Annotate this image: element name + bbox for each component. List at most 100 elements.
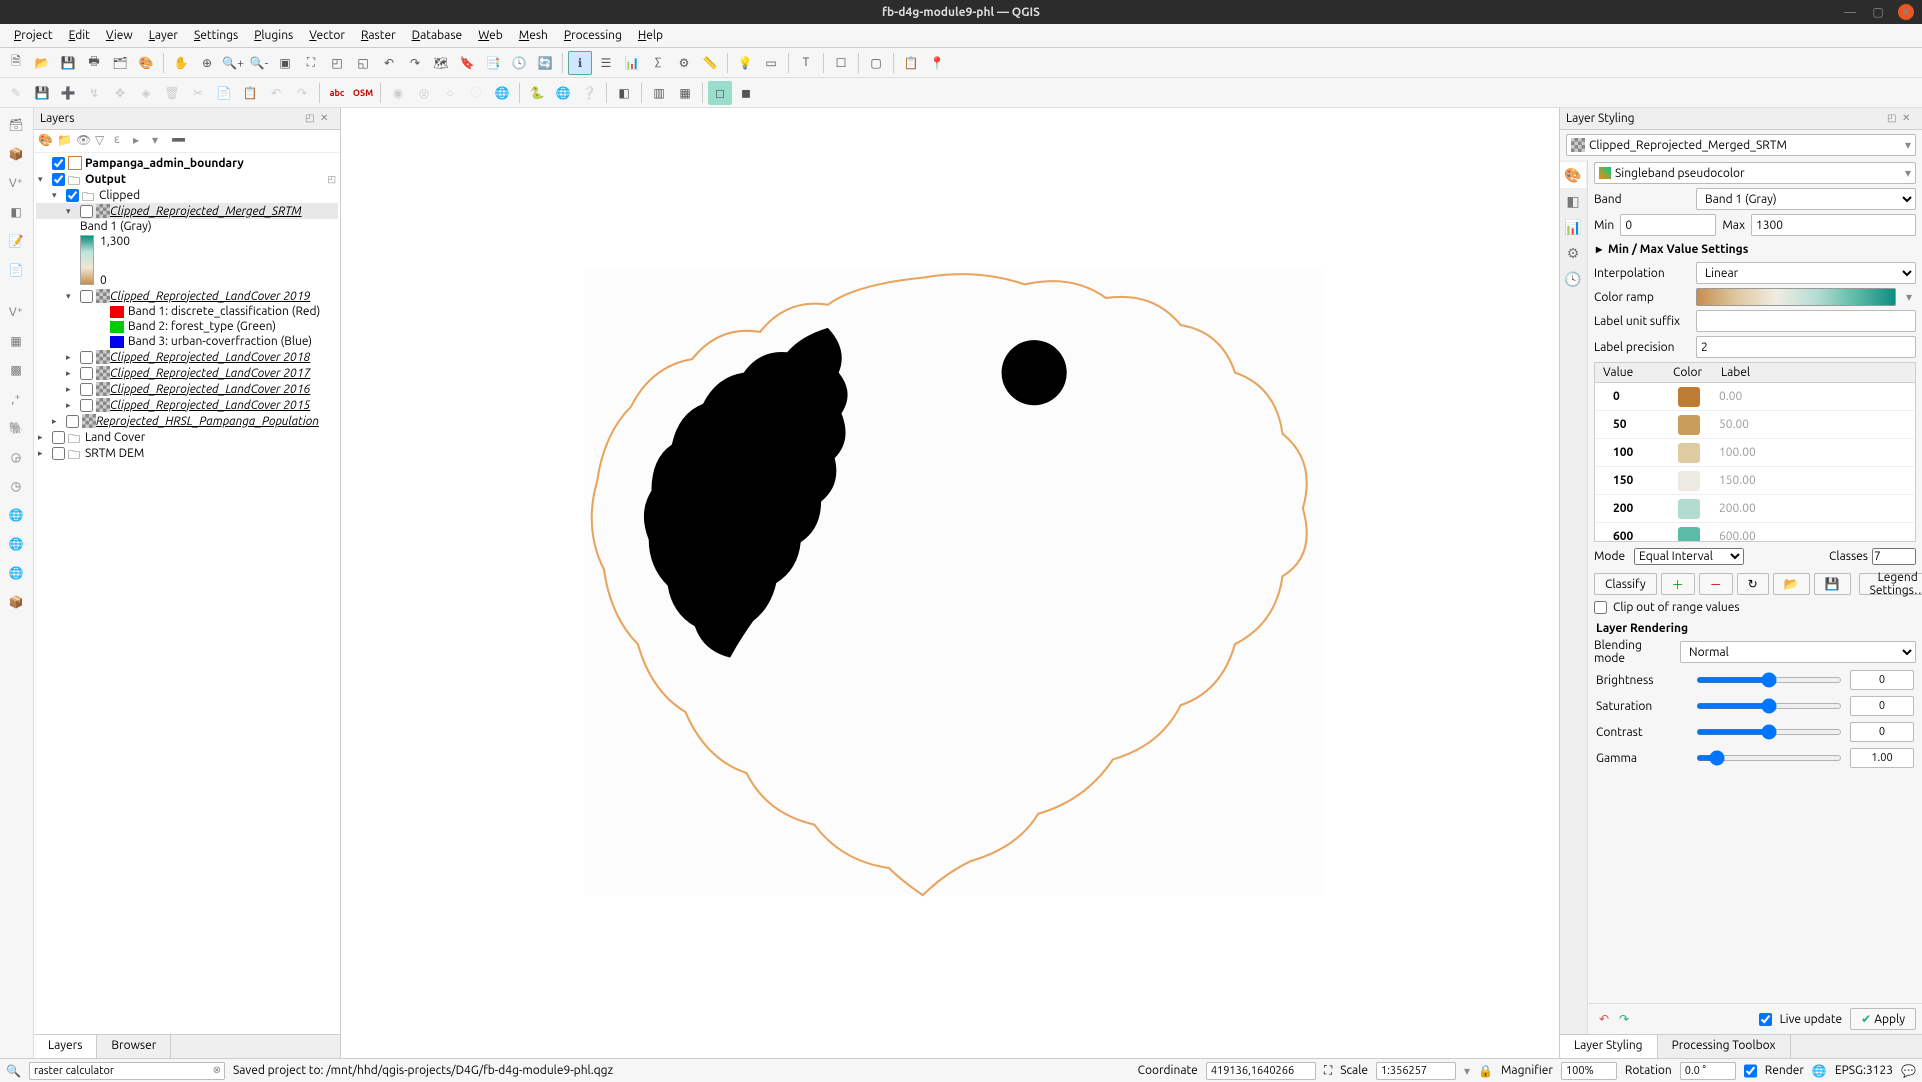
- layer-clipped-srtm[interactable]: ▾Clipped_Reprojected_Merged_SRTM: [36, 203, 338, 219]
- render-checkbox[interactable]: [1744, 1062, 1757, 1080]
- menu-plugins[interactable]: Plugins: [246, 26, 301, 45]
- topology-error-icon[interactable]: ○: [438, 81, 462, 105]
- menu-raster[interactable]: Raster: [353, 26, 404, 45]
- rotation-input[interactable]: [1680, 1062, 1736, 1080]
- new-print-layout-icon[interactable]: 🖶: [82, 51, 106, 75]
- interpolation-select[interactable]: Linear: [1696, 262, 1916, 284]
- zoom-selection-icon[interactable]: ◰: [325, 51, 349, 75]
- show-bookmarks-icon[interactable]: 📑: [481, 51, 505, 75]
- menu-web[interactable]: Web: [470, 26, 511, 45]
- zoom-layer-icon[interactable]: ◱: [351, 51, 375, 75]
- styling-layer-select[interactable]: Clipped_Reprojected_Merged_SRTM ▾: [1566, 134, 1916, 156]
- paste-icon[interactable]: 📋: [238, 81, 262, 105]
- collapse-all-icon[interactable]: ▾: [152, 133, 168, 149]
- chevron-down-icon[interactable]: ▾: [1464, 1064, 1470, 1078]
- lock-icon[interactable]: 🔒: [1478, 1064, 1493, 1078]
- pan-to-selection-icon[interactable]: ⊕: [195, 51, 219, 75]
- menu-view[interactable]: View: [98, 26, 141, 45]
- layer-pampanga[interactable]: Pampanga_admin_boundary: [36, 155, 338, 171]
- save-file-button[interactable]: 💾: [1814, 573, 1851, 595]
- clear-icon[interactable]: ⊗: [213, 1064, 221, 1076]
- close-panel-icon[interactable]: ✕: [320, 112, 334, 126]
- open-data-source-icon[interactable]: 🗃: [2, 112, 30, 138]
- group-landcover[interactable]: ▸🗀Land Cover: [36, 429, 338, 445]
- save-project-icon[interactable]: 💾: [56, 51, 80, 75]
- symbology-tab-icon[interactable]: 🎨: [1560, 162, 1586, 188]
- undock-icon[interactable]: ◰: [305, 112, 319, 126]
- menu-database[interactable]: Database: [404, 26, 471, 45]
- georeferencer-icon[interactable]: ◧: [612, 81, 636, 105]
- help-icon[interactable]: ❔: [577, 81, 601, 105]
- max-input[interactable]: [1751, 214, 1916, 236]
- new-spatialite-icon[interactable]: ◧: [2, 199, 30, 225]
- menu-layer[interactable]: Layer: [141, 26, 186, 45]
- spatialite-layer-icon[interactable]: ◶: [2, 444, 30, 470]
- open-file-button[interactable]: 📂: [1773, 573, 1810, 595]
- extents-icon[interactable]: ⛶: [1324, 1064, 1332, 1078]
- layer-hrsl[interactable]: ▸Reprojected_HRSL_Pampanga_Population: [36, 413, 338, 429]
- histogram-tab-icon[interactable]: 📊: [1560, 214, 1586, 240]
- identify-icon[interactable]: ℹ: [568, 51, 592, 75]
- manage-visibility-icon[interactable]: 👁: [76, 133, 92, 149]
- wcs-layer-icon[interactable]: 🌐: [2, 531, 30, 557]
- zoom-out-icon[interactable]: 🔍-: [247, 51, 271, 75]
- select-by-location-icon[interactable]: 📍: [925, 51, 949, 75]
- tab-processing-toolbox[interactable]: Processing Toolbox: [1658, 1035, 1791, 1058]
- gamma-slider[interactable]: [1696, 755, 1842, 761]
- group-srtm[interactable]: ▸🗀SRTM DEM: [36, 445, 338, 461]
- move-feature-icon[interactable]: ✥: [108, 81, 132, 105]
- zoom-native-icon[interactable]: ▣: [273, 51, 297, 75]
- style-dock-icon[interactable]: 🎨: [38, 133, 54, 149]
- globe-icon[interactable]: 🌐: [490, 81, 514, 105]
- group-output[interactable]: ▾🗀Output◰: [36, 171, 338, 187]
- redo-icon[interactable]: ↷: [290, 81, 314, 105]
- no-labels-icon[interactable]: ☐: [829, 51, 853, 75]
- load-colormap-button[interactable]: ↻: [1737, 573, 1769, 595]
- wfs-layer-icon[interactable]: 🌐: [2, 560, 30, 586]
- color-table-row[interactable]: 150150.00: [1595, 467, 1915, 495]
- save-edits-icon[interactable]: 💾: [30, 81, 54, 105]
- color-table-row[interactable]: 600600.00: [1595, 523, 1915, 542]
- mesh-layer-icon[interactable]: ▩: [2, 357, 30, 383]
- classify-button[interactable]: Classify: [1594, 573, 1657, 595]
- select-features-icon[interactable]: ▭: [759, 51, 783, 75]
- delimited-text-icon[interactable]: ,⁺: [2, 386, 30, 412]
- clip-range-checkbox[interactable]: [1594, 601, 1607, 614]
- cut-icon[interactable]: ✂: [186, 81, 210, 105]
- minmax-expander[interactable]: ▸ Min / Max Value Settings: [1588, 238, 1922, 260]
- menu-project[interactable]: Project: [6, 26, 61, 45]
- topology-checker-icon[interactable]: ◉: [386, 81, 410, 105]
- style-manager-icon[interactable]: 🎨: [134, 51, 158, 75]
- saturation-slider[interactable]: [1696, 703, 1842, 709]
- pan-icon[interactable]: ✋: [169, 51, 193, 75]
- new-memory-layer-icon[interactable]: 📝: [2, 228, 30, 254]
- layer-lc2019[interactable]: ▾Clipped_Reprojected_LandCover 2019: [36, 288, 338, 304]
- remove-class-button[interactable]: －: [1699, 573, 1733, 595]
- attribute-table-icon[interactable]: ☰: [594, 51, 618, 75]
- python-console-icon[interactable]: 🐍: [525, 81, 549, 105]
- zoom-last-icon[interactable]: ↶: [377, 51, 401, 75]
- layer-lc2017[interactable]: ▸Clipped_Reprojected_LandCover 2017: [36, 365, 338, 381]
- map-tips-icon[interactable]: 💡: [733, 51, 757, 75]
- coordinate-input[interactable]: [1206, 1062, 1316, 1080]
- layer-tree[interactable]: Pampanga_admin_boundary ▾🗀Output◰ ▾🗀Clip…: [34, 153, 340, 1034]
- digitize-icon[interactable]: ↯: [82, 81, 106, 105]
- group-clipped[interactable]: ▾🗀Clipped: [36, 187, 338, 203]
- measure-line-icon[interactable]: 📏: [698, 51, 722, 75]
- min-input[interactable]: [1620, 214, 1716, 236]
- zoom-next-icon[interactable]: ↷: [403, 51, 427, 75]
- crs-label[interactable]: EPSG:3123: [1835, 1064, 1893, 1077]
- add-class-button[interactable]: ＋: [1661, 573, 1695, 595]
- rendering-tab-icon[interactable]: ⚙: [1560, 240, 1586, 266]
- postgis-layer-icon[interactable]: 🐘: [2, 415, 30, 441]
- menu-mesh[interactable]: Mesh: [511, 26, 556, 45]
- menu-help[interactable]: Help: [630, 26, 671, 45]
- close-panel-icon[interactable]: ✕: [1902, 112, 1916, 126]
- filter-by-expression-icon[interactable]: ε: [114, 133, 130, 149]
- open-project-icon[interactable]: 📂: [30, 51, 54, 75]
- undock-icon[interactable]: ◰: [1887, 112, 1901, 126]
- field-calculator-icon[interactable]: 📊: [620, 51, 644, 75]
- zoom-full-icon[interactable]: ⛶: [299, 51, 323, 75]
- menu-vector[interactable]: Vector: [301, 26, 353, 45]
- maximize-button[interactable]: ▢: [1870, 4, 1886, 20]
